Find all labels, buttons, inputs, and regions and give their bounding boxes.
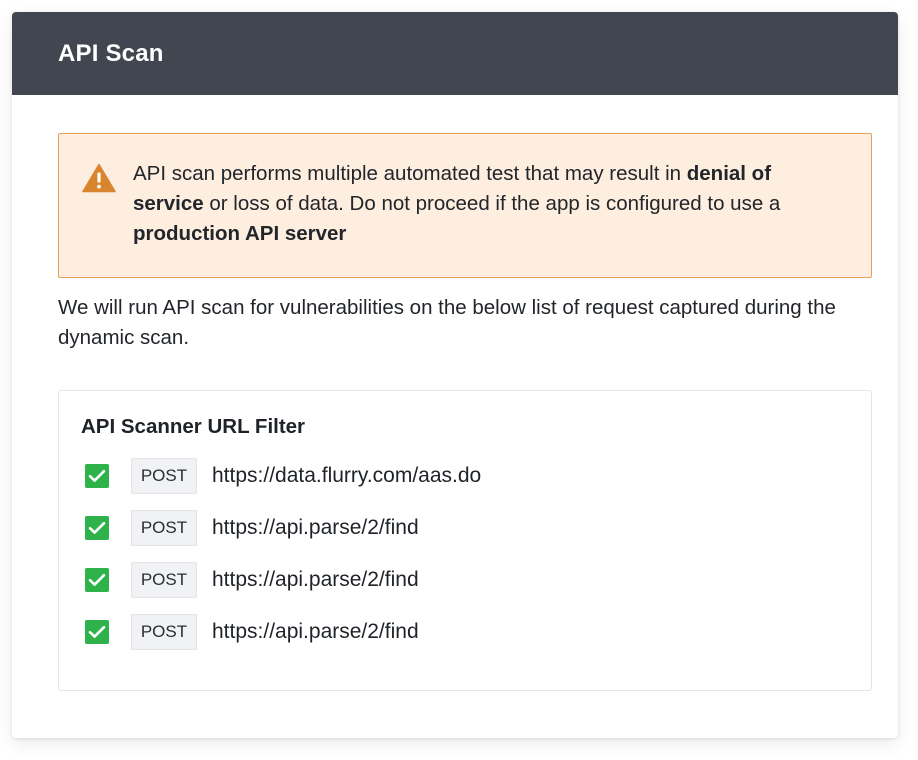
- request-url: https://api.parse/2/find: [212, 620, 419, 643]
- http-method-badge: POST: [131, 614, 197, 650]
- checkbox-checked[interactable]: [85, 516, 109, 540]
- url-filter-title: API Scanner URL Filter: [81, 415, 306, 438]
- modal-title: API Scan: [58, 39, 164, 67]
- http-method-badge: POST: [131, 458, 197, 494]
- http-method-badge: POST: [131, 562, 197, 598]
- checkmark-icon: [88, 469, 106, 482]
- warning-alert: API scan performs multiple automated tes…: [58, 133, 872, 278]
- url-filter-row: POST https://api.parse/2/find: [81, 561, 849, 599]
- checkbox-checked[interactable]: [85, 568, 109, 592]
- warning-triangle-icon: [82, 163, 116, 193]
- checkmark-icon: [88, 521, 106, 534]
- http-method-badge: POST: [131, 510, 197, 546]
- warning-text-part: or loss of data. Do not proceed if the a…: [203, 192, 781, 215]
- modal-header: API Scan: [12, 12, 898, 95]
- intro-text: We will run API scan for vulnerabilities…: [58, 296, 836, 349]
- checkmark-icon: [88, 625, 106, 638]
- url-filter-panel: API Scanner URL Filter POST https://data…: [58, 390, 872, 691]
- request-url: https://api.parse/2/find: [212, 516, 419, 539]
- url-filter-row: POST https://api.parse/2/find: [81, 509, 849, 547]
- checkbox-checked[interactable]: [85, 464, 109, 488]
- warning-text-part: API scan performs multiple automated tes…: [133, 162, 687, 185]
- warning-text: API scan performs multiple automated tes…: [133, 162, 780, 245]
- checkmark-icon: [88, 573, 106, 586]
- api-scan-modal: API Scan API scan performs multiple auto…: [12, 12, 898, 738]
- url-filter-row: POST https://data.flurry.com/aas.do: [81, 457, 849, 495]
- checkbox-checked[interactable]: [85, 620, 109, 644]
- request-url: https://data.flurry.com/aas.do: [212, 464, 482, 487]
- url-filter-row: POST https://api.parse/2/find: [81, 613, 849, 651]
- warning-bold-production: production API server: [133, 222, 347, 245]
- request-url: https://api.parse/2/find: [212, 568, 419, 591]
- modal-body: API scan performs multiple automated tes…: [12, 95, 898, 691]
